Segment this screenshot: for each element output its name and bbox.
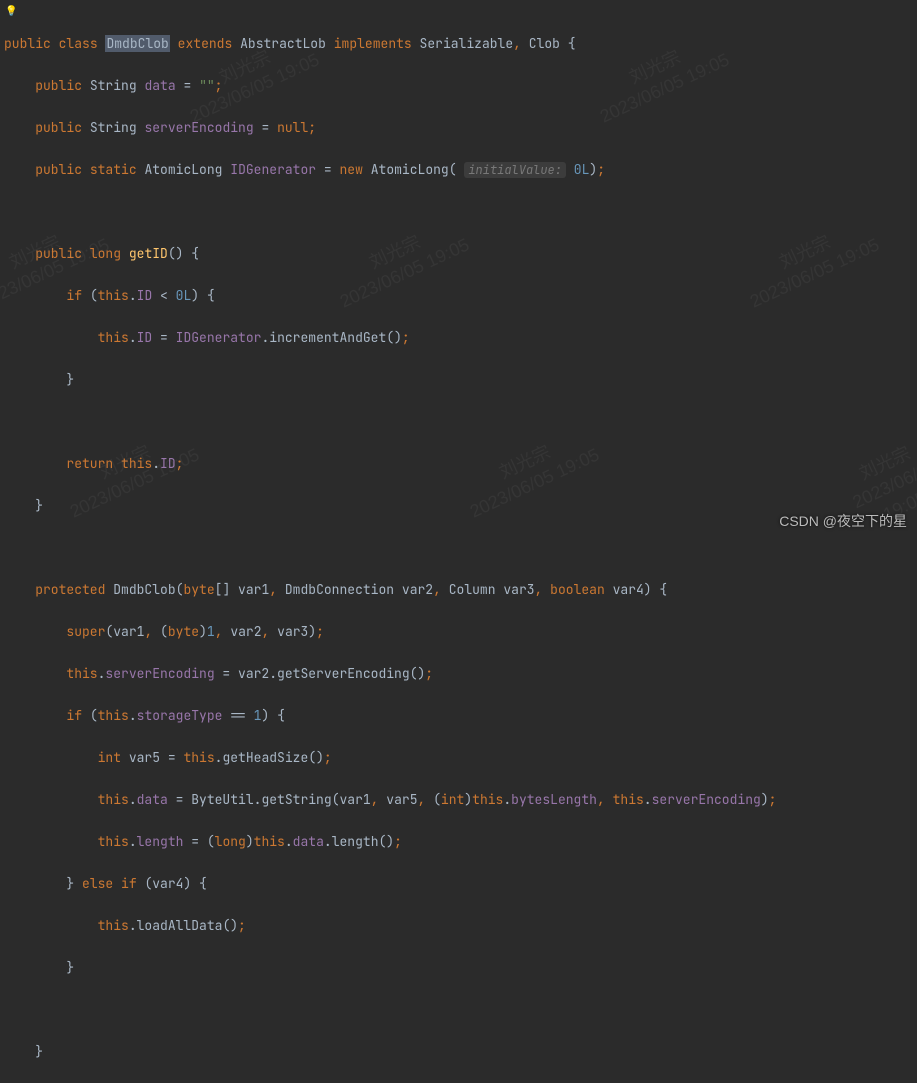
param-hint: initialValue: [464,162,566,178]
code-line: this.loadAllData(); [4,915,917,936]
csdn-attribution: CSDN @夜空下的星 [779,511,907,532]
code-line: this.serverEncoding = var2.getServerEnco… [4,663,917,684]
code-line: return this.ID; [4,453,917,474]
code-line [4,411,917,432]
code-line [4,999,917,1020]
code-line: int var5 = this.getHeadSize(); [4,747,917,768]
code-line: this.length = (long)this.data.length(); [4,831,917,852]
code-line: public static AtomicLong IDGenerator = n… [4,159,917,180]
code-line: public class DmdbClob extends AbstractLo… [4,33,917,54]
code-editor[interactable]: public class DmdbClob extends AbstractLo… [0,12,917,1083]
code-line: } [4,1041,917,1062]
code-line: public String serverEncoding = null; [4,117,917,138]
code-line: } else if (var4) { [4,873,917,894]
code-line [4,201,917,222]
code-line: this.data = ByteUtil.getString(var1, var… [4,789,917,810]
code-line: this.ID = IDGenerator.incrementAndGet(); [4,327,917,348]
code-line: public String data = ""; [4,75,917,96]
code-line: } [4,369,917,390]
code-line [4,537,917,558]
code-line: super(var1, (byte)1, var2, var3); [4,621,917,642]
code-line: protected DmdbClob(byte[] var1, DmdbConn… [4,579,917,600]
code-line: if (this.storageType == 1) { [4,705,917,726]
code-line: public long getID() { [4,243,917,264]
code-line: } [4,957,917,978]
code-line: if (this.ID < 0L) { [4,285,917,306]
intention-bulb[interactable]: 💡 [5,0,17,21]
